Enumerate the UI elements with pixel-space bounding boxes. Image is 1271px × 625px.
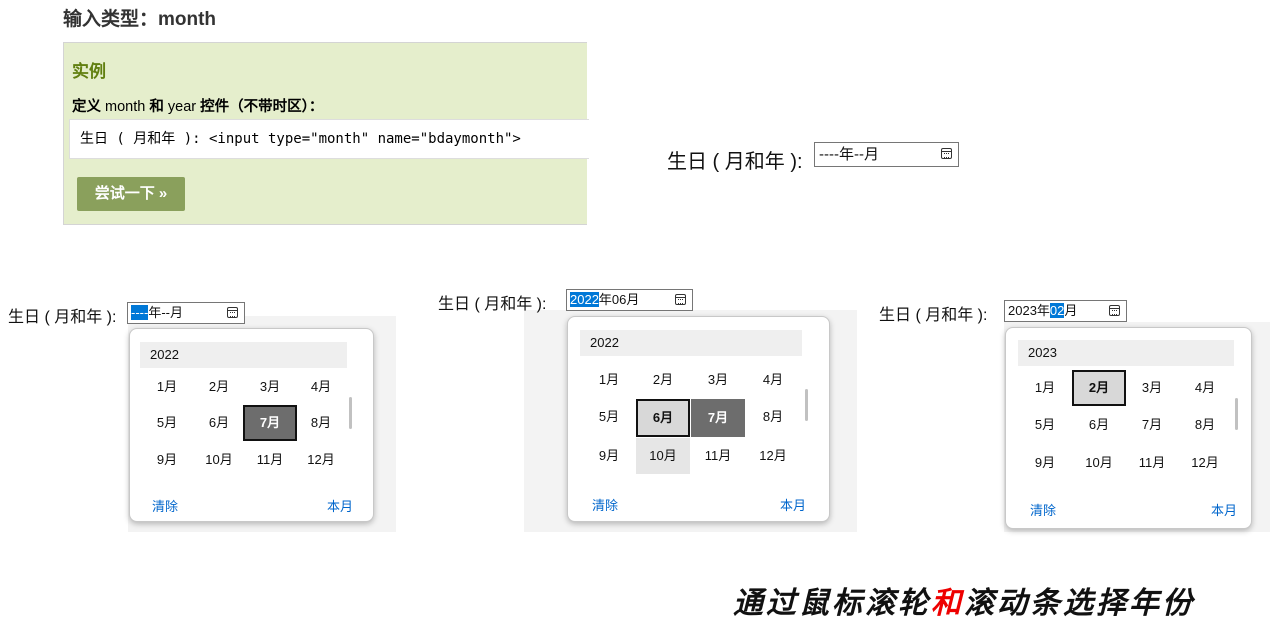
calendar-icon[interactable] xyxy=(227,307,238,318)
clear-button[interactable]: 清除 xyxy=(152,496,178,515)
caption: 通过鼠标滚轮和滚动条选择年份 xyxy=(733,578,1195,622)
code-sample: 生日 ( 月和年 ): <input type="month" name="bd… xyxy=(69,119,589,159)
panel-2-month-input[interactable]: 2022年06月 xyxy=(566,289,693,311)
month-cell[interactable]: 10月 xyxy=(192,442,246,478)
month-cell[interactable]: 3月 xyxy=(243,369,297,405)
panel-1-year[interactable]: 2022 xyxy=(140,342,347,368)
month-cell[interactable]: 6月 xyxy=(1072,407,1126,443)
calendar-icon[interactable] xyxy=(675,294,686,305)
desc-suffix: 控件（不带时区）： xyxy=(200,99,324,115)
panel-1-scrollbar[interactable] xyxy=(349,397,352,429)
panel-2-input-selected: 2022 xyxy=(570,292,599,307)
month-cell[interactable]: 1月 xyxy=(1018,370,1072,406)
month-cell-selected[interactable]: 6月 xyxy=(636,399,690,437)
month-cell[interactable]: 9月 xyxy=(582,438,636,474)
month-cell-current[interactable]: 7月 xyxy=(243,405,297,441)
month-cell-selected[interactable]: 2月 xyxy=(1072,370,1126,406)
month-cell[interactable]: 9月 xyxy=(1018,445,1072,481)
clear-button[interactable]: 清除 xyxy=(1030,500,1056,519)
month-cell-current[interactable]: 7月 xyxy=(691,399,745,437)
calendar-icon[interactable] xyxy=(941,148,952,159)
panel-1-month-input[interactable]: ----年--月 xyxy=(127,302,245,324)
page-title: 输入类型：month xyxy=(63,9,217,30)
caption-part-2: 滚动条选择年份 xyxy=(964,587,1195,620)
panel-3-year[interactable]: 2023 xyxy=(1018,340,1234,366)
example-box: 实例 定义 month 和 year 控件（不带时区）： 生日 ( 月和年 ):… xyxy=(63,42,589,225)
panel-2-popup: 2022 1月 2月 3月 4月 5月 6月 7月 8月 9月 10月 11月 … xyxy=(567,316,830,522)
calendar-icon[interactable] xyxy=(1109,305,1120,316)
panel-3-popup: 2023 1月 2月 3月 4月 5月 6月 7月 8月 9月 10月 11月 … xyxy=(1005,327,1252,529)
example-description: 定义 month 和 year 控件（不带时区）： xyxy=(72,95,323,116)
desc-year: year xyxy=(167,99,197,115)
desc-and: 和 xyxy=(149,99,164,115)
month-cell[interactable]: 5月 xyxy=(582,399,636,435)
month-cell[interactable]: 10月 xyxy=(1072,445,1126,481)
desc-prefix: 定义 xyxy=(72,99,101,115)
demo-label: 生日 ( 月和年 ): xyxy=(667,151,803,173)
month-cell[interactable]: 8月 xyxy=(746,399,800,435)
try-it-button[interactable]: 尝试一下 » xyxy=(77,177,185,211)
month-cell[interactable]: 5月 xyxy=(1018,407,1072,443)
month-cell[interactable]: 5月 xyxy=(140,405,194,441)
month-cell[interactable]: 6月 xyxy=(192,405,246,441)
month-cell-hover[interactable]: 10月 xyxy=(636,438,690,474)
panel-1-input-selected: ---- xyxy=(131,305,149,320)
month-cell[interactable]: 2月 xyxy=(636,362,690,398)
month-cell[interactable]: 12月 xyxy=(294,442,348,478)
demo-month-value: ----年--月 xyxy=(819,146,879,163)
month-cell[interactable]: 12月 xyxy=(746,438,800,474)
month-cell[interactable]: 4月 xyxy=(294,369,348,405)
panel-3-scrollbar[interactable] xyxy=(1235,398,1238,430)
month-cell[interactable]: 8月 xyxy=(1178,407,1232,443)
this-month-button[interactable]: 本月 xyxy=(780,495,806,514)
panel-2-year[interactable]: 2022 xyxy=(580,330,802,356)
month-cell[interactable]: 1月 xyxy=(140,369,194,405)
month-cell[interactable]: 11月 xyxy=(691,438,745,474)
panel-3-month-input[interactable]: 2023年02月 xyxy=(1004,300,1127,322)
month-cell[interactable]: 3月 xyxy=(691,362,745,398)
caption-part-1: 通过鼠标滚轮 xyxy=(733,587,931,620)
month-cell[interactable]: 11月 xyxy=(243,442,297,478)
panel-3-input-selected: 02 xyxy=(1049,303,1065,318)
month-cell[interactable]: 3月 xyxy=(1125,370,1179,406)
panel-1-popup: 2022 1月 2月 3月 4月 5月 6月 7月 8月 9月 10月 11月 … xyxy=(129,328,374,522)
panel-3-input-pre: 2023年 xyxy=(1008,303,1050,318)
this-month-button[interactable]: 本月 xyxy=(327,496,353,515)
month-cell[interactable]: 9月 xyxy=(140,442,194,478)
this-month-button[interactable]: 本月 xyxy=(1211,500,1237,519)
panel-3-label: 生日 ( 月和年 ): xyxy=(879,307,988,324)
month-cell[interactable]: 8月 xyxy=(294,405,348,441)
month-cell[interactable]: 1月 xyxy=(582,362,636,398)
month-cell[interactable]: 4月 xyxy=(1178,370,1232,406)
desc-month: month xyxy=(105,99,146,115)
panel-2-input-rest: 年06月 xyxy=(598,292,640,307)
example-title: 实例 xyxy=(72,62,106,81)
month-cell[interactable]: 11月 xyxy=(1125,445,1179,481)
month-cell[interactable]: 4月 xyxy=(746,362,800,398)
panel-1-input-rest: 年--月 xyxy=(148,305,183,320)
caption-highlight: 和 xyxy=(931,587,964,620)
panel-2-label: 生日 ( 月和年 ): xyxy=(438,296,547,313)
month-cell[interactable]: 12月 xyxy=(1178,445,1232,481)
demo-month-input[interactable]: ----年--月 xyxy=(814,142,959,167)
panel-3-input-rest: 月 xyxy=(1064,303,1078,318)
month-cell[interactable]: 2月 xyxy=(192,369,246,405)
panel-2-scrollbar[interactable] xyxy=(805,389,808,421)
clear-button[interactable]: 清除 xyxy=(592,495,618,514)
panel-1-label: 生日 ( 月和年 ): xyxy=(8,309,117,326)
month-cell[interactable]: 7月 xyxy=(1125,407,1179,443)
